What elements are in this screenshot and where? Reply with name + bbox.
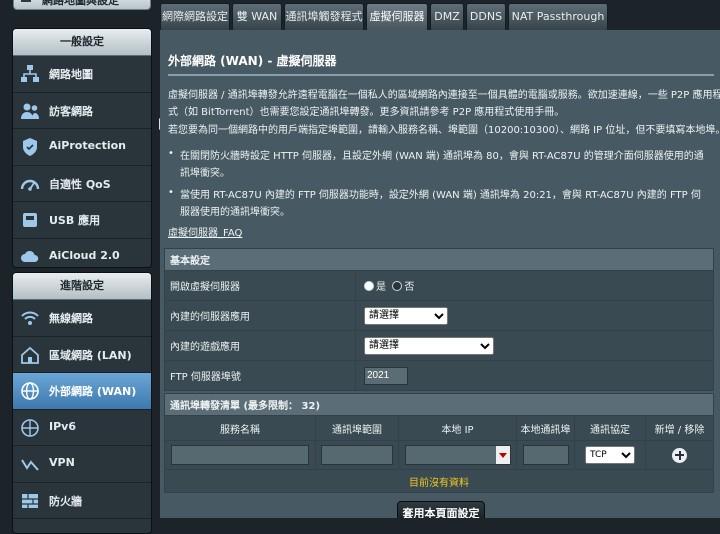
- guest-network-icon: [21, 103, 39, 119]
- service-name-input[interactable]: [171, 445, 309, 465]
- sidebar-item-label: 訪客網路: [49, 104, 93, 118]
- firewall-icon: [22, 493, 38, 508]
- sidebar-item-network-map[interactable]: 網路地圖: [13, 56, 151, 93]
- col-protocol: 通訊協定: [574, 415, 646, 441]
- top-menu-label: 網路地圖與設定: [42, 0, 119, 7]
- vpn-icon: [21, 459, 39, 471]
- sidebar-item-label: 網路地圖: [49, 68, 93, 81]
- local-ip-input[interactable]: [404, 445, 511, 465]
- chevron-down-icon[interactable]: [495, 446, 510, 464]
- sidebar-item-label: IPv6: [49, 419, 76, 433]
- game-list-select[interactable]: 請選擇: [364, 336, 494, 355]
- basic-config-table: 基本設定 開啟虛擬伺服器 是 否 內建的伺服器應用 請選擇 內建的遊戲應用 請選…: [164, 248, 714, 391]
- description-line-1: 虛擬伺服器 / 通訊埠轉發允許遠程電腦在一個私人的區域網路內連接至一個具體的電腦…: [168, 90, 720, 101]
- col-local-ip: 本地 IP: [398, 415, 517, 441]
- enable-virtual-server-label: 開啟虛擬伺服器: [164, 270, 356, 301]
- sidebar-item-wan[interactable]: 外部網路 (WAN): [13, 373, 151, 410]
- network-map-icon: [21, 65, 39, 82]
- sidebar-item-vpn[interactable]: VPN: [13, 446, 151, 483]
- wan-icon: [21, 382, 39, 400]
- network-map-icon: [21, 0, 31, 2]
- top-menu-button[interactable]: 網路地圖與設定: [13, 0, 151, 10]
- col-service-name: 服務名稱: [164, 415, 316, 441]
- note-text-1: 在關閉防火牆時設定 HTTP 伺服器，且設定外網 (WAN 端) 通訊埠為 80…: [180, 151, 704, 179]
- protocol-select[interactable]: TCP: [585, 446, 635, 464]
- radio-no-label: 否: [404, 282, 415, 293]
- ipv6-icon: [21, 418, 39, 437]
- local-port-input[interactable]: [522, 445, 569, 465]
- page-title: 外部網路 (WAN) - 虛擬伺服器: [168, 54, 337, 68]
- note-text-2: 當使用 RT-AC87U 內建的 FTP 伺服器功能時，設定外網 (WAN 端)…: [180, 190, 701, 218]
- main-content: 外部網路 (WAN) - 虛擬伺服器 虛擬伺服器 / 通訊埠轉發允許遠程電腦在一…: [160, 30, 720, 518]
- sidebar-item-aiprotection[interactable]: AiProtection: [13, 129, 151, 166]
- sidebar-item-label: USB 應用: [49, 214, 101, 227]
- famous-server-select[interactable]: 請選擇: [364, 306, 448, 325]
- basic-config-header: 基本設定: [164, 248, 714, 271]
- radio-yes-label: 是: [376, 282, 386, 293]
- port-forward-table: 通訊埠轉發清單 (最多限制： 32) 服務名稱 通訊埠範圍 本地 IP 本地通訊…: [164, 393, 714, 493]
- apply-button[interactable]: 套用本頁面設定: [397, 501, 485, 518]
- empty-list-message: 目前沒有資料: [164, 469, 714, 493]
- usb-icon: [23, 213, 37, 227]
- sidebar-item-aicloud[interactable]: AiCloud 2.0: [13, 239, 151, 268]
- bullet-dot: •: [168, 148, 174, 159]
- sidebar-item-guest-network[interactable]: 訪客網路: [13, 93, 151, 129]
- general-settings-header: 一般設定: [13, 29, 151, 56]
- sidebar-item-label: 自適性 QoS: [49, 177, 111, 191]
- tab-ddns[interactable]: DDNS: [466, 3, 506, 30]
- sidebar-item-label: 防火牆: [49, 494, 82, 508]
- enable-virtual-server-radios: 是 否: [355, 270, 714, 301]
- sidebar-item-label: VPN: [49, 456, 75, 469]
- sidebar-item-usb[interactable]: USB 應用: [13, 202, 151, 239]
- sidebar-item-firewall[interactable]: 防火牆: [13, 483, 151, 519]
- col-port-range: 通訊埠範圍: [315, 415, 399, 441]
- wireless-icon: [21, 311, 39, 325]
- advanced-settings-panel: 進階設定 無線網路 區域網路 (LAN) 外部網路 (WAN) IPv6 VPN…: [12, 272, 152, 534]
- port-range-input[interactable]: [321, 445, 393, 465]
- note-bullet-2: • 當使用 RT-AC87U 內建的 FTP 伺服器功能時，設定外網 (WAN 端…: [168, 187, 714, 221]
- sidebar-item-qos[interactable]: 自適性 QoS: [13, 166, 151, 202]
- description-line-2: 式（如 BitTorrent）也需要您設定通訊埠轉發。更多資訊請參考 P2P 應…: [168, 107, 565, 118]
- tab-port-trigger[interactable]: 通訊埠觸發程式: [284, 3, 364, 30]
- sidebar-item-label: 外部網路 (WAN): [49, 385, 137, 398]
- sidebar-item-ipv6[interactable]: IPv6: [13, 410, 151, 446]
- tab-dmz[interactable]: DMZ: [430, 3, 464, 30]
- tab-internet-settings[interactable]: 網際網路設定: [160, 3, 230, 30]
- radio-no[interactable]: [392, 281, 403, 291]
- aiprotection-icon: [23, 138, 37, 156]
- sidebar-item-label: AiProtection: [49, 139, 126, 152]
- qos-icon: [20, 179, 40, 191]
- col-add-remove: 新增 / 移除: [645, 415, 714, 441]
- sidebar-item-lan[interactable]: 區域網路 (LAN): [13, 337, 151, 373]
- port-forward-header: 通訊埠轉發清單 (最多限制： 32): [164, 393, 714, 416]
- title-divider: [168, 74, 714, 76]
- add-icon[interactable]: [672, 447, 687, 463]
- bullet-dot: •: [168, 187, 174, 198]
- sidebar-item-wireless[interactable]: 無線網路: [13, 300, 151, 337]
- faq-link[interactable]: 虛擬伺服器_FAQ: [168, 224, 242, 239]
- ftp-port-label: FTP 伺服器埠號: [164, 360, 356, 391]
- col-local-port: 本地通訊埠: [516, 415, 575, 441]
- sidebar-item-label: 無線網路: [49, 312, 93, 325]
- game-list-label: 內建的遊戲應用: [164, 330, 356, 361]
- description-line-3: 若您要為同一個網路中的用戶端指定埠範圍，請輸入服務名稱、埠範圍（10200:10…: [168, 125, 720, 136]
- tab-nat-passthrough[interactable]: NAT Passthrough: [508, 3, 608, 30]
- radio-yes[interactable]: [364, 281, 374, 291]
- sidebar-item-label: 區域網路 (LAN): [49, 348, 132, 362]
- advanced-settings-header: 進階設定: [13, 273, 151, 300]
- tab-virtual-server[interactable]: 虛擬伺服器: [366, 3, 428, 30]
- famous-server-label: 內建的伺服器應用: [164, 300, 356, 331]
- ftp-port-input[interactable]: [364, 366, 408, 385]
- note-bullet-1: • 在關閉防火牆時設定 HTTP 伺服器，且設定外網 (WAN 端) 通訊埠為 8…: [168, 148, 714, 182]
- general-settings-panel: 一般設定 網路地圖 訪客網路 AiProtection 自適性 QoS USB …: [12, 28, 152, 268]
- tab-dual-wan[interactable]: 雙 WAN: [232, 3, 282, 30]
- sidebar-item-label: AiCloud 2.0: [49, 248, 120, 262]
- aicloud-icon: [21, 250, 39, 262]
- lan-icon: [21, 346, 39, 364]
